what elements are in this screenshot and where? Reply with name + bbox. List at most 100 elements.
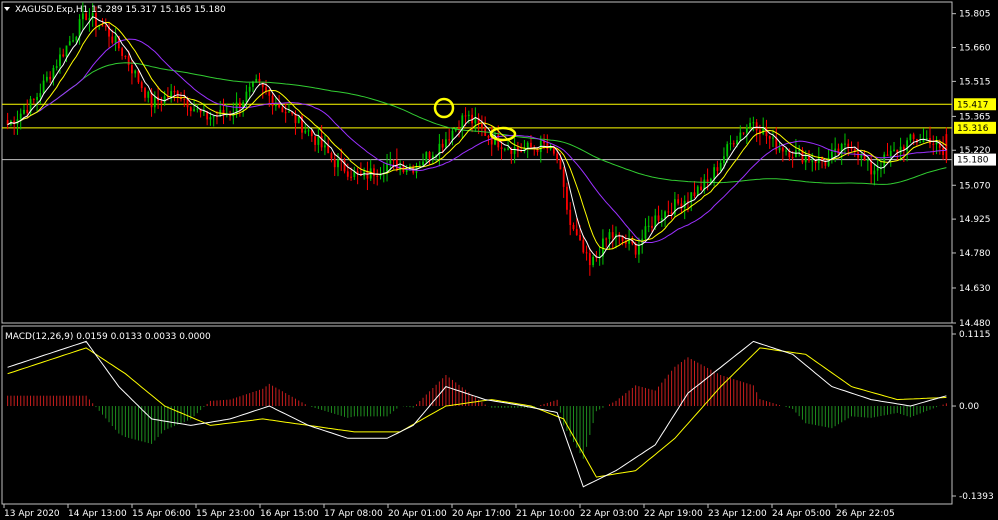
- candle-body: [481, 123, 483, 128]
- symbol-header[interactable]: XAGUSD.Exp,H1 15.289 15.317 15.165 15.18…: [4, 5, 226, 15]
- candle: [369, 159, 372, 181]
- candle: [297, 116, 300, 124]
- candle: [592, 254, 595, 268]
- macd-tick-label: 0.00: [959, 402, 979, 412]
- candle: [569, 202, 572, 236]
- candle: [196, 103, 199, 113]
- candle: [353, 166, 356, 180]
- candle: [343, 157, 346, 174]
- price-tick-label: 15.070: [959, 181, 991, 191]
- candle: [680, 197, 683, 213]
- candle: [6, 112, 9, 130]
- candle-body: [687, 200, 689, 202]
- candle: [144, 86, 146, 102]
- triangle-down-icon[interactable]: [4, 7, 10, 11]
- candle: [180, 92, 182, 102]
- candle-body: [39, 93, 42, 97]
- candle: [307, 127, 310, 137]
- candle: [857, 141, 859, 165]
- candle: [729, 135, 732, 151]
- candle: [775, 126, 778, 155]
- candle-body: [837, 148, 840, 155]
- candle: [153, 91, 156, 114]
- macd-tick-label: 0.1115: [959, 330, 991, 340]
- candle: [55, 59, 58, 71]
- candle: [284, 103, 287, 123]
- candle: [602, 229, 604, 265]
- candle-body: [418, 165, 421, 167]
- candle-body: [719, 162, 722, 171]
- candle-body: [716, 167, 719, 171]
- candle-body: [19, 113, 22, 120]
- candle-body: [487, 135, 490, 138]
- time-tick-label: 22 Apr 03:00: [580, 509, 639, 519]
- candle-body: [866, 160, 869, 162]
- candle: [140, 80, 143, 92]
- candle-body: [569, 209, 572, 225]
- price-frame: [1, 1, 953, 324]
- time-tick-label: 14 Apr 13:00: [68, 509, 127, 519]
- candle: [176, 89, 179, 103]
- price-tick-label: 14.780: [959, 249, 991, 259]
- candle: [909, 133, 912, 143]
- candle-body: [62, 54, 65, 57]
- candle: [785, 148, 787, 156]
- candle-body: [104, 25, 107, 27]
- candle: [222, 98, 225, 125]
- candle: [772, 129, 774, 148]
- candle: [876, 158, 879, 181]
- candle-body: [163, 96, 166, 103]
- candle-body: [144, 88, 146, 98]
- candle-body: [791, 157, 794, 159]
- candle-body: [664, 211, 666, 219]
- candle-body: [847, 143, 850, 147]
- candle: [317, 127, 320, 153]
- candle: [732, 140, 735, 148]
- candle-body: [732, 143, 735, 145]
- candle-body: [556, 153, 559, 161]
- candle: [670, 202, 673, 220]
- candle: [170, 83, 173, 103]
- candle: [330, 151, 333, 163]
- candle: [716, 160, 719, 177]
- candle: [752, 116, 755, 132]
- time-tick-label: 13 Apr 2020: [4, 509, 60, 519]
- candle-body: [238, 102, 241, 108]
- candle-body: [667, 211, 670, 213]
- candle-body: [373, 168, 375, 176]
- candle: [605, 237, 608, 248]
- candle-body: [608, 232, 611, 239]
- candle-body: [945, 134, 948, 160]
- candle-body: [772, 137, 774, 139]
- candle: [889, 145, 892, 167]
- candle: [219, 100, 222, 118]
- candle: [840, 142, 843, 165]
- candle: [850, 141, 853, 152]
- candle: [585, 245, 588, 261]
- candle: [503, 147, 506, 152]
- candle-body: [467, 114, 470, 116]
- candle-body: [706, 179, 709, 182]
- candle-body: [268, 91, 271, 96]
- candle-body: [350, 176, 352, 178]
- time-tick-label: 17 Apr 08:00: [324, 509, 383, 519]
- candle: [647, 215, 650, 233]
- price-tick-label: 15.660: [959, 44, 991, 54]
- candle-body: [579, 234, 581, 241]
- candle: [768, 135, 771, 149]
- candle-body: [729, 143, 732, 145]
- candle: [147, 90, 150, 103]
- candle: [827, 149, 830, 168]
- candle-body: [304, 130, 307, 133]
- candle-body: [709, 178, 712, 182]
- candle-body: [562, 169, 565, 187]
- candle-body: [114, 36, 117, 43]
- candle: [49, 71, 52, 84]
- candle-body: [307, 130, 310, 132]
- candle-body: [274, 104, 277, 107]
- candle-body: [559, 160, 562, 170]
- candle: [700, 177, 702, 191]
- candle-body: [49, 76, 52, 80]
- candle: [611, 224, 614, 249]
- candle: [886, 142, 889, 157]
